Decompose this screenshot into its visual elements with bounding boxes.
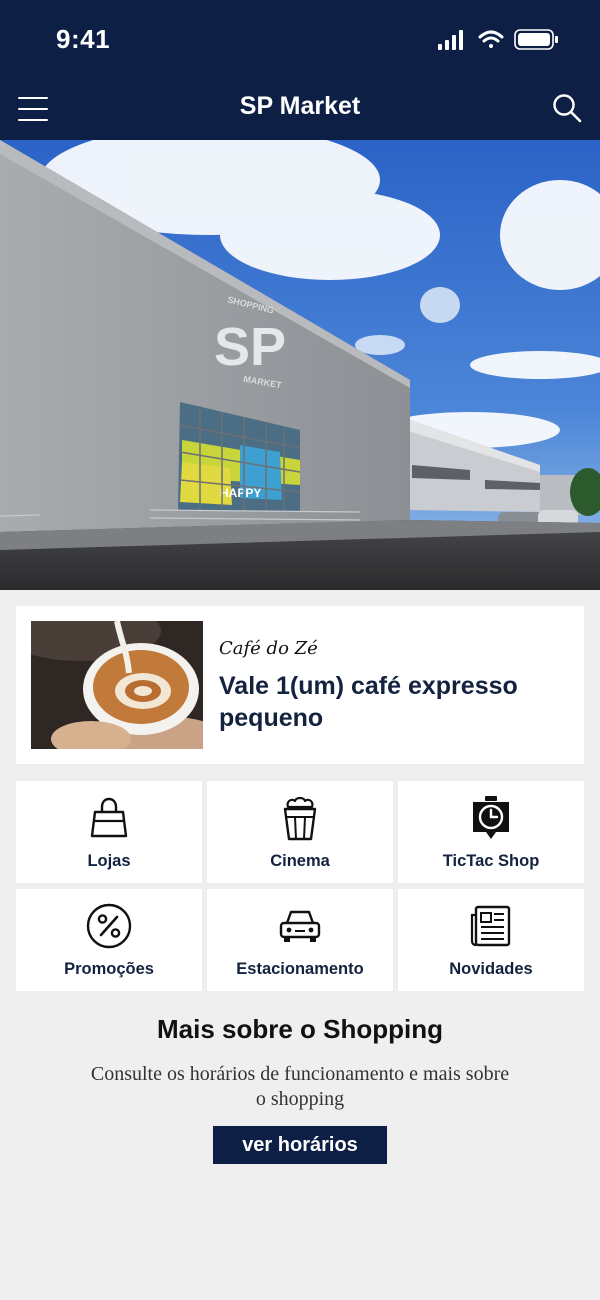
tile-label: Promoções xyxy=(64,960,154,978)
tile-estacionamento[interactable]: Estacionamento xyxy=(207,889,393,991)
coffee-image xyxy=(31,621,203,749)
tile-label: Cinema xyxy=(270,852,330,870)
top-bar: 9:41 SP Market xyxy=(0,0,600,140)
popcorn-icon xyxy=(283,796,317,841)
percent-icon xyxy=(86,903,132,949)
status-icons xyxy=(438,29,558,50)
newspaper-icon xyxy=(470,905,511,947)
building-logo-main: SP xyxy=(214,317,286,377)
tile-tictac-shop[interactable]: TicTac Shop xyxy=(398,781,584,883)
battery-icon xyxy=(514,29,558,50)
hero-image: SHOPPING SP MARKET HAPPY xyxy=(0,140,600,590)
category-grid: Lojas Cinema TicTac Shop Promoções Estac… xyxy=(16,781,584,991)
more-section-description: Consulte os horários de funcionamento e … xyxy=(90,1063,510,1110)
tile-label: TicTac Shop xyxy=(442,852,540,870)
car-icon xyxy=(279,910,321,942)
tile-label: Novidades xyxy=(449,960,533,978)
status-time: 9:41 xyxy=(56,24,111,54)
clock-icon xyxy=(473,796,509,839)
promo-offer: Vale 1(um) café expresso pequeno xyxy=(219,672,518,732)
search-icon[interactable] xyxy=(552,93,582,123)
signal-icon xyxy=(438,30,463,50)
tile-promocoes[interactable]: Promoções xyxy=(16,889,202,991)
promo-brand: Café do Zé xyxy=(219,638,318,659)
tile-novidades[interactable]: Novidades xyxy=(398,889,584,991)
wifi-icon xyxy=(478,30,504,48)
shopping-bag-icon xyxy=(90,797,128,838)
app-title: SP Market xyxy=(239,92,361,120)
tile-label: Lojas xyxy=(87,852,131,870)
tile-label: Estacionamento xyxy=(236,960,364,978)
mall-building-illustration: SHOPPING SP MARKET HAPPY xyxy=(0,140,600,590)
view-hours-button[interactable]: ver horários xyxy=(213,1126,387,1164)
more-section-title: Mais sobre o Shopping xyxy=(156,1014,443,1044)
tile-lojas[interactable]: Lojas xyxy=(16,781,202,883)
promo-card[interactable]: Café do Zé Vale 1(um) café expresso pequ… xyxy=(16,606,584,764)
tile-cinema[interactable]: Cinema xyxy=(207,781,393,883)
